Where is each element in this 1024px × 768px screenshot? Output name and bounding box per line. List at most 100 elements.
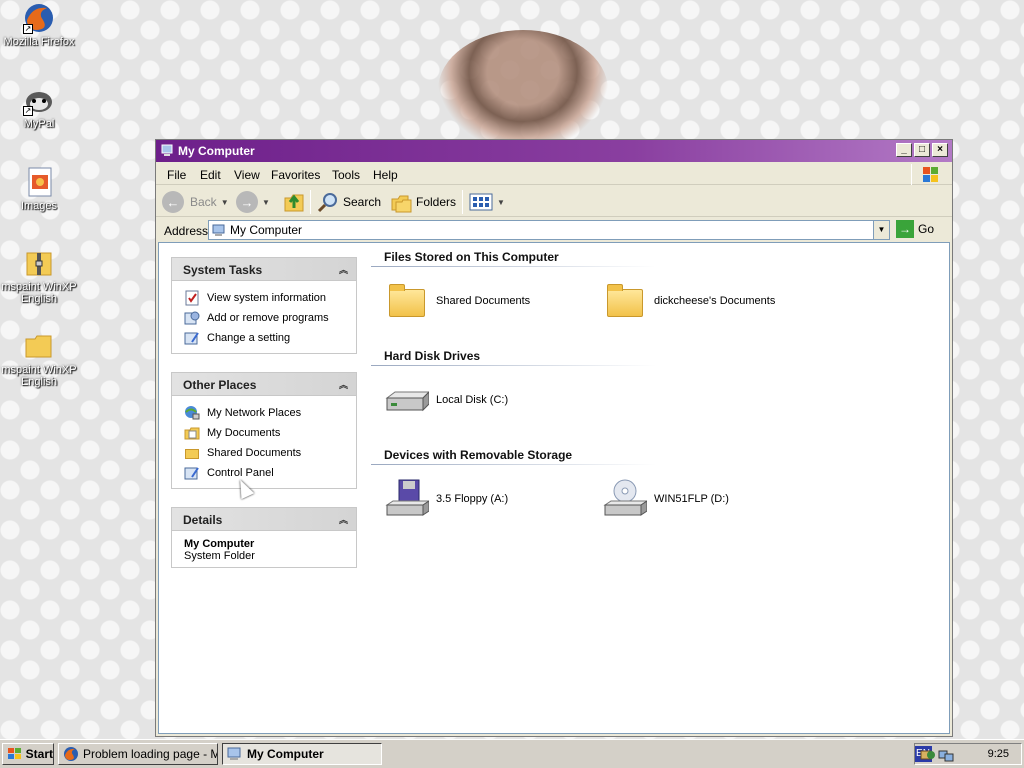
item-local-disk-c[interactable]: Local Disk (C:): [385, 380, 508, 420]
other-places-header[interactable]: Other Places ︽: [171, 372, 357, 395]
hard-disk-icon: [385, 380, 431, 420]
search-label: Search: [343, 195, 382, 209]
mypal-icon: ↗: [23, 84, 55, 116]
menu-favorites[interactable]: Favorites: [271, 168, 320, 182]
folder-icon: [184, 445, 200, 461]
minimize-button[interactable]: _: [896, 143, 912, 157]
chevron-down-icon[interactable]: ▼: [497, 198, 505, 207]
wallpaper-photo: [438, 30, 608, 150]
other-places-panel: Other Places ︽ My Network Places My Docu…: [171, 372, 357, 489]
explorer-window: My Computer _ □ × File Edit View Favorit…: [155, 139, 953, 737]
start-button[interactable]: Start: [2, 743, 54, 765]
item-label: Shared Documents: [436, 295, 531, 307]
chevron-down-icon[interactable]: ▼: [221, 198, 229, 207]
network-places-icon: [184, 405, 200, 421]
go-button[interactable]: → Go: [896, 220, 934, 238]
image-file-icon: [23, 166, 55, 198]
place-shared-documents[interactable]: Shared Documents: [184, 443, 356, 463]
close-button[interactable]: ×: [932, 143, 948, 157]
address-label: Address: [164, 224, 209, 238]
back-button[interactable]: ← Back ▼: [162, 190, 229, 214]
folders-icon: [391, 195, 412, 213]
floppy-drive-icon: [385, 479, 431, 519]
collapse-chevron-icon[interactable]: ︽: [339, 378, 348, 391]
menu-file[interactable]: File: [167, 168, 186, 182]
go-arrow-icon: →: [896, 220, 914, 238]
my-computer-icon: [227, 747, 241, 760]
folder-icon: [603, 281, 647, 321]
clock[interactable]: 9:25: [988, 748, 1009, 760]
item-shared-documents[interactable]: Shared Documents: [385, 281, 530, 321]
taskbar-item-firefox[interactable]: Problem loading page - M...: [58, 743, 218, 765]
system-tasks-panel: System Tasks ︽ View system information A…: [171, 257, 357, 354]
control-panel-icon: [184, 465, 200, 481]
desktop-icon-images[interactable]: Images: [1, 166, 77, 212]
chevron-down-icon[interactable]: ▼: [262, 198, 270, 207]
group-title-files: Files Stored on This Computer: [384, 250, 559, 264]
place-my-network-places[interactable]: My Network Places: [184, 403, 356, 423]
taskbar-item-label: My Computer: [247, 747, 324, 761]
item-user-documents[interactable]: dickcheese's Documents: [603, 281, 775, 321]
maximize-button[interactable]: □: [914, 143, 930, 157]
zip-folder-icon: [23, 247, 55, 279]
my-computer-icon: [212, 224, 225, 236]
network-tray-icon[interactable]: [937, 747, 955, 763]
system-tasks-header[interactable]: System Tasks ︽: [171, 257, 357, 280]
desktop-icon-label: MyPal: [23, 118, 55, 130]
address-dropdown-button[interactable]: ▼: [873, 221, 889, 239]
firefox-icon: ↗: [23, 2, 55, 34]
item-floppy-a[interactable]: 3.5 Floppy (A:): [385, 479, 508, 519]
back-arrow-icon: ←: [162, 191, 184, 213]
menu-view[interactable]: View: [234, 168, 260, 182]
group-title-disks: Hard Disk Drives: [384, 349, 481, 363]
panel-title: Other Places: [183, 378, 257, 392]
place-my-documents[interactable]: My Documents: [184, 423, 356, 443]
desktop-icon-mspaint-folder[interactable]: mspaint WinXP English: [1, 330, 77, 388]
add-remove-programs-icon: [184, 310, 200, 326]
desktop-icon-label: Images: [20, 200, 58, 212]
my-documents-icon: [184, 425, 200, 441]
taskbar-item-my-computer[interactable]: My Computer: [222, 743, 382, 765]
item-cd-drive-d[interactable]: WIN51FLP (D:): [603, 479, 729, 519]
details-type: System Folder: [184, 550, 255, 562]
details-header[interactable]: Details ︽: [171, 507, 357, 530]
folders-button[interactable]: Folders: [389, 190, 456, 214]
address-input[interactable]: My Computer ▼: [208, 220, 890, 240]
place-label: My Documents: [207, 427, 281, 439]
place-label: Control Panel: [207, 467, 274, 479]
taskbar-item-label: Problem loading page - M...: [83, 747, 218, 761]
title-bar[interactable]: My Computer _ □ ×: [156, 140, 952, 162]
desktop-icon-firefox[interactable]: ↗ Mozilla Firefox: [1, 2, 77, 48]
item-label: dickcheese's Documents: [654, 295, 776, 307]
task-change-setting[interactable]: Change a setting: [184, 328, 356, 348]
task-view-system-info[interactable]: View system information: [184, 288, 356, 308]
search-button[interactable]: Search: [316, 190, 381, 214]
place-control-panel[interactable]: Control Panel: [184, 463, 356, 483]
folder-icon: [385, 281, 429, 321]
tray-app-icon[interactable]: [919, 747, 937, 763]
standard-toolbar: ← Back ▼ → ▼ Search Folders ▼: [156, 186, 952, 217]
item-label: WIN51FLP (D:): [654, 493, 729, 505]
menu-tools[interactable]: Tools: [332, 168, 360, 182]
desktop-icon-label: mspaint WinXP English: [1, 281, 77, 305]
my-computer-icon: [161, 144, 174, 157]
folder-icon: [23, 330, 55, 362]
forward-arrow-icon: →: [236, 191, 258, 213]
desktop-icon-label: mspaint WinXP English: [1, 364, 77, 388]
collapse-chevron-icon[interactable]: ︽: [339, 513, 348, 526]
details-panel: Details ︽ My Computer System Folder: [171, 507, 357, 568]
task-add-remove-programs[interactable]: Add or remove programs: [184, 308, 356, 328]
forward-button[interactable]: → ▼: [236, 190, 270, 214]
desktop-icon-mypal[interactable]: ↗ MyPal: [1, 84, 77, 130]
system-tray: 9:25: [914, 743, 1022, 765]
desktop-icon-mspaint-zip[interactable]: mspaint WinXP English: [1, 247, 77, 305]
up-folder-button[interactable]: [282, 190, 306, 214]
window-title: My Computer: [178, 144, 255, 158]
menu-help[interactable]: Help: [373, 168, 398, 182]
place-label: My Network Places: [207, 407, 302, 419]
desktop-icon-label: Mozilla Firefox: [3, 36, 75, 48]
menu-edit[interactable]: Edit: [200, 168, 221, 182]
details-name: My Computer: [184, 538, 255, 550]
collapse-chevron-icon[interactable]: ︽: [339, 263, 348, 276]
views-button[interactable]: ▼: [469, 190, 505, 214]
